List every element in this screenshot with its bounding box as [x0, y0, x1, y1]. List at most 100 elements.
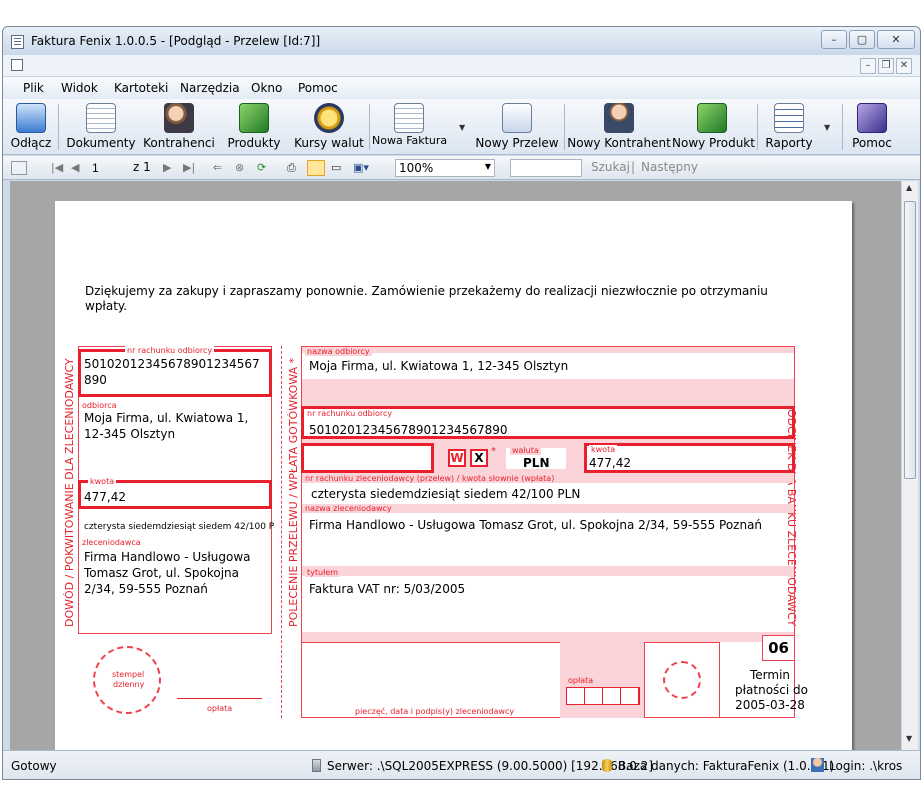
report-viewer-toolbar: |◀ ◀ z 1 ▶ ▶| ⇐ ⊗ ⟳ ⎙ ▭ ▣▾ 100% ▼ Szukaj… — [3, 156, 920, 180]
form-stripe — [302, 632, 794, 642]
print-layout-icon[interactable] — [307, 160, 325, 176]
stamp-label: stempel — [112, 670, 145, 679]
menu-bar: Plik Widok Kartoteki Narzędzia Okno Pomo… — [3, 77, 920, 99]
page-count: z 1 — [133, 160, 151, 174]
new-contractor-icon — [604, 103, 634, 133]
due-label-2: płatności do — [735, 683, 808, 697]
receipt-fee-label: opłata — [207, 704, 233, 713]
documents-button[interactable]: Dokumenty — [65, 101, 137, 151]
reports-button[interactable]: Raporty — [761, 101, 817, 151]
exchange-rates-button[interactable]: Kursy walut — [291, 101, 367, 151]
due-label-1: Termin — [749, 668, 791, 682]
first-page-icon[interactable]: |◀ — [51, 161, 63, 174]
new-product-button[interactable]: Nowy Produkt — [672, 101, 755, 151]
child-minimize-button[interactable]: – — [860, 58, 876, 74]
disconnect-button[interactable]: Odłącz — [9, 101, 53, 151]
refresh-icon[interactable]: ⟳ — [257, 161, 266, 174]
toolbar-separator — [369, 104, 370, 150]
page-setup-icon[interactable]: ▭ — [331, 161, 341, 174]
page-number-input[interactable] — [89, 159, 129, 177]
thank-you-message: Dziękujemy za zakupy i zapraszamy ponown… — [85, 284, 768, 298]
contractors-button[interactable]: Kontrahenci — [139, 101, 219, 151]
receipt-receiver-line2: 12-345 Olsztyn — [84, 427, 176, 441]
receipt-account-line1: 501020123456789012345​67 — [84, 357, 260, 371]
receipt-payer-line1: Firma Handlowo - Usługowa — [84, 550, 251, 564]
database-icon — [602, 759, 612, 772]
receipt-payer-label: zleceniodawca — [82, 538, 141, 547]
mdi-child-bar: – ❐ ✕ — [3, 55, 920, 77]
receipt-account-label: nr rachunku odbiorcy — [125, 346, 215, 355]
find-button[interactable]: Szukaj — [591, 160, 630, 174]
menu-narzedzia[interactable]: Narzędzia — [180, 81, 240, 95]
help-label: Pomoc — [852, 136, 892, 150]
contractors-icon — [164, 103, 194, 133]
products-button[interactable]: Produkty — [223, 101, 285, 151]
help-button[interactable]: Pomoc — [846, 101, 898, 151]
previous-page-icon[interactable]: ◀ — [71, 161, 79, 174]
search-separator: | — [631, 160, 636, 174]
next-page-icon[interactable]: ▶ — [163, 161, 171, 174]
menu-okno[interactable]: Okno — [251, 81, 282, 95]
disconnect-icon — [16, 103, 46, 133]
document-icon — [11, 59, 23, 71]
export-icon[interactable]: ▣▾ — [353, 161, 369, 174]
print-icon[interactable]: ⎙ — [287, 161, 296, 175]
zoom-select[interactable]: 100% ▼ — [395, 159, 495, 177]
reports-dropdown-icon[interactable]: ▼ — [824, 123, 830, 132]
toolbar-separator — [58, 104, 59, 150]
new-transfer-button[interactable]: Nowy Przelew — [475, 101, 559, 151]
status-ready: Gotowy — [11, 759, 57, 773]
recipient-name-label: nazwa odbiorcy — [305, 347, 372, 356]
maximize-button[interactable]: ▢ — [849, 30, 875, 49]
toolbar-separator — [757, 104, 758, 150]
child-restore-button[interactable]: ❐ — [878, 58, 894, 74]
search-input[interactable] — [510, 159, 582, 177]
stop-icon[interactable]: ⊗ — [235, 161, 244, 174]
receipt-amount: 477,42 — [84, 490, 126, 504]
minimize-button[interactable]: – — [821, 30, 847, 49]
receipt-amount-words: czterysta siedemdziesiąt siedem 42/100 P — [84, 522, 275, 532]
recipient-account: 50102012345678901234567890 — [309, 423, 508, 437]
menu-widok[interactable]: Widok — [61, 81, 98, 95]
form-stripe — [302, 566, 794, 576]
scroll-up-icon[interactable]: ▲ — [906, 183, 912, 192]
new-invoice-button[interactable]: Nowa Faktura — [372, 101, 447, 151]
close-button[interactable]: ✕ — [877, 30, 915, 49]
child-close-button[interactable]: ✕ — [896, 58, 912, 74]
payment-title: Faktura VAT nr: 5/03/2005 — [309, 582, 466, 596]
products-icon — [239, 103, 269, 133]
main-toolbar: Odłącz Dokumenty Kontrahenci Produkty Ku… — [3, 99, 920, 155]
help-icon — [857, 103, 887, 133]
payer-name: Firma Handlowo - Usługowa Tomasz Grot, u… — [309, 518, 763, 532]
new-transfer-icon — [502, 103, 532, 133]
app-icon — [11, 35, 24, 49]
new-contractor-button[interactable]: Nowy Kontrahent — [567, 101, 671, 151]
back-icon[interactable]: ⇐ — [213, 161, 222, 174]
due-date: 2005-03-28 — [735, 698, 805, 712]
server-icon — [312, 759, 321, 772]
receipt-account-line2: 890 — [84, 373, 107, 387]
menu-kartoteki[interactable]: Kartoteki — [114, 81, 168, 95]
form-stripe — [302, 347, 794, 353]
last-page-icon[interactable]: ▶| — [183, 161, 195, 174]
reports-icon — [774, 103, 804, 133]
toolbar-separator — [564, 104, 565, 150]
receipt-amount-label: kwota — [88, 477, 117, 486]
report-viewer-area: Dziękujemy za zakupy i zapraszamy ponown… — [10, 181, 901, 750]
vertical-scrollbar[interactable]: ▲ ▼ — [901, 181, 918, 750]
scrollbar-thumb[interactable] — [904, 201, 916, 479]
toggle-tree-icon[interactable] — [11, 161, 27, 175]
menu-plik[interactable]: Plik — [23, 81, 44, 95]
status-login: Login: .\kros — [829, 759, 903, 773]
recipient-name: Moja Firma, ul. Kwiatowa 1, 12-345 Olszt… — [309, 359, 569, 373]
find-next-button[interactable]: Następny — [641, 160, 698, 174]
x-checkbox: X — [470, 449, 488, 467]
new-transfer-label: Nowy Przelew — [475, 136, 559, 150]
scroll-down-icon[interactable]: ▼ — [906, 734, 912, 743]
products-label: Produkty — [227, 136, 281, 150]
disconnect-label: Odłącz — [10, 136, 52, 150]
menu-pomoc[interactable]: Pomoc — [298, 81, 338, 95]
new-invoice-dropdown-icon[interactable]: ▼ — [459, 123, 465, 132]
amount-words: czterysta siedemdziesiąt siedem 42/100 P… — [311, 487, 581, 501]
form-stripe — [302, 379, 794, 406]
